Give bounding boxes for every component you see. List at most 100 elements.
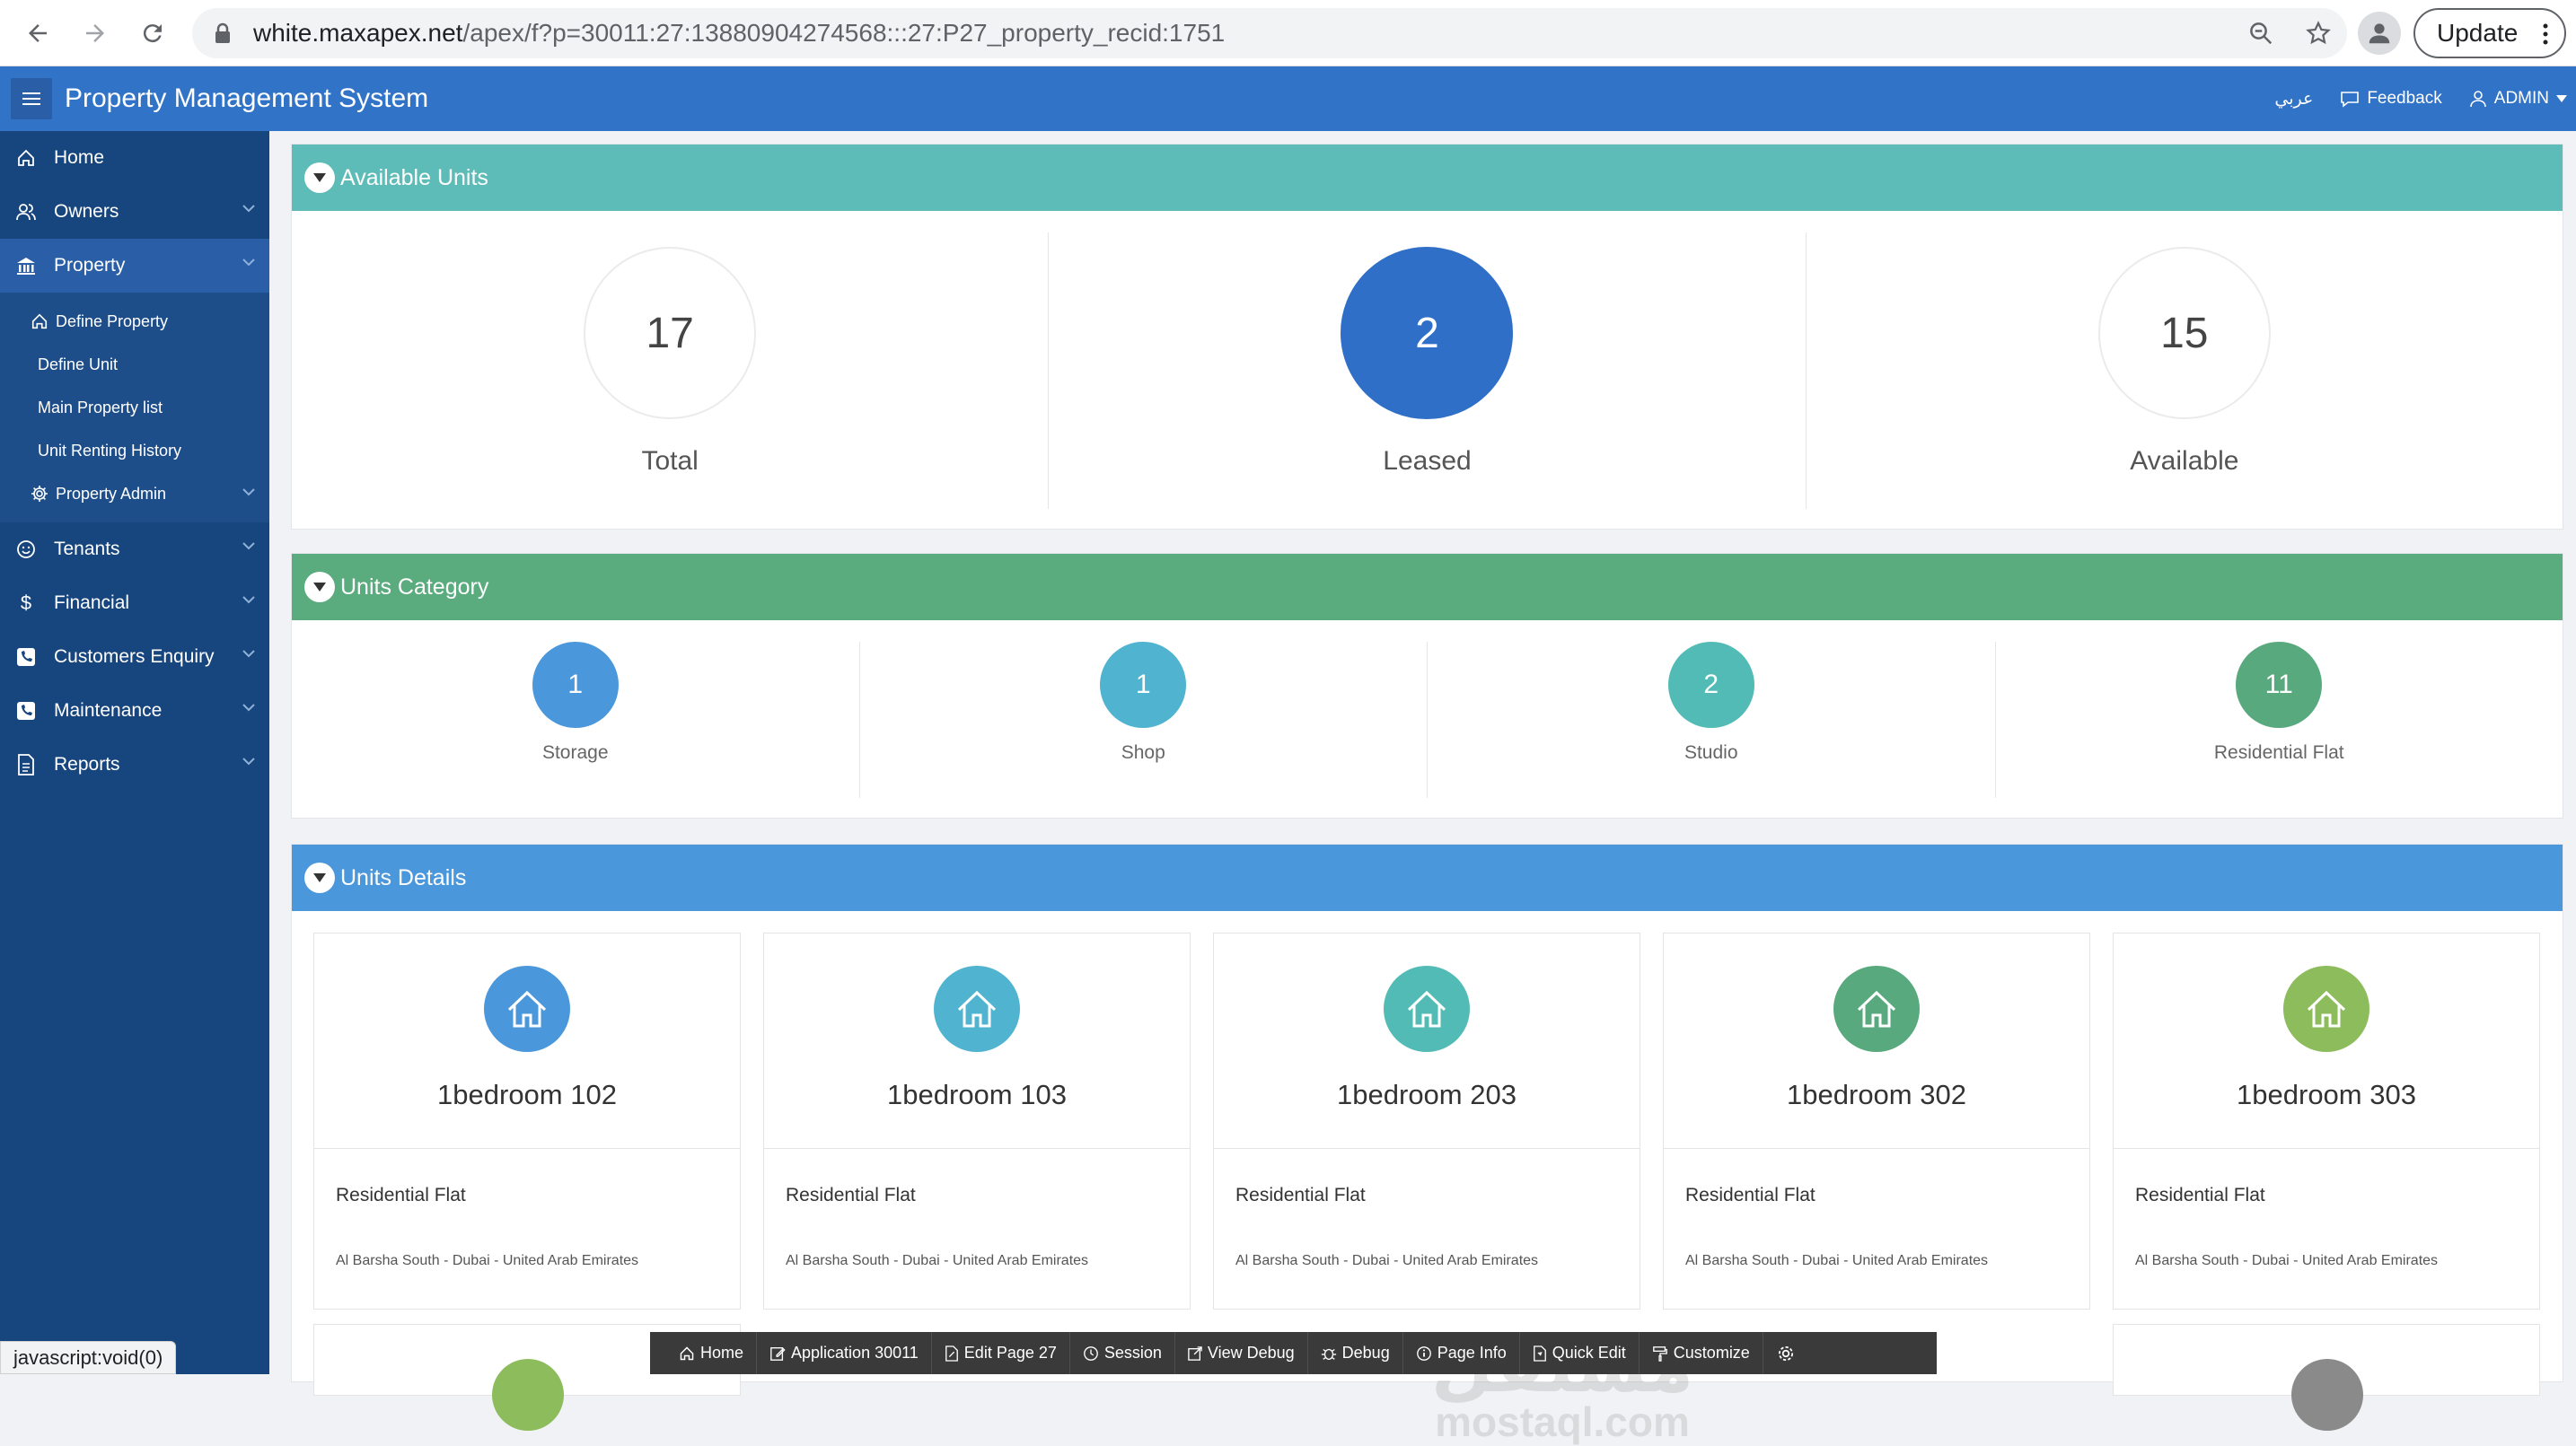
badge-leased[interactable]: 2 Leased	[1049, 232, 1807, 509]
dev-toolbar-settings[interactable]	[1763, 1332, 1808, 1374]
edit-icon	[769, 1345, 786, 1362]
developer-toolbar: Home Application 30011 Edit Page 27 Session…	[650, 1332, 1937, 1374]
menu-toggle-button[interactable]	[11, 78, 52, 119]
category-item[interactable]: 2 Studio	[1428, 642, 1996, 798]
dev-toolbar-label: Debug	[1341, 1344, 1390, 1362]
sidebar-item-main-property-list[interactable]: Main Property list	[0, 386, 269, 429]
home-icon	[2283, 966, 2369, 1052]
sidebar-item-financial[interactable]: $ Financial	[0, 576, 269, 630]
region-title: Available Units	[340, 164, 488, 190]
dev-toolbar-home[interactable]: Home	[666, 1332, 758, 1374]
reload-button[interactable]	[124, 4, 181, 62]
dev-toolbar-session[interactable]: Session	[1070, 1332, 1175, 1374]
arrow-right-icon	[86, 23, 104, 42]
dev-toolbar-edit-page-27[interactable]: Edit Page 27	[932, 1332, 1070, 1374]
browser-toolbar: white.maxapex.net/apex/f?p=30011:27:1388…	[0, 0, 2576, 66]
region-header: Units Category	[292, 554, 2563, 620]
chevron-down-icon	[242, 205, 255, 213]
sidebar-label: Define Unit	[38, 355, 119, 373]
unit-card[interactable]: 1bedroom 103 Residential Flat Al Barsha So…	[763, 933, 1191, 1310]
dev-toolbar-label: Home	[700, 1344, 744, 1362]
unit-location: Al Barsha South - Dubai - United Arab Em…	[2135, 1253, 2439, 1268]
unit-card[interactable]: 1bedroom 203 Residential Flat Al Barsha So…	[1213, 933, 1640, 1310]
unit-title: 1bedroom 303	[2237, 1079, 2416, 1110]
user-icon	[2469, 91, 2486, 108]
bug-icon	[1321, 1345, 1337, 1362]
badge-value: 17	[584, 247, 757, 419]
sidebar-item-property[interactable]: Property	[0, 239, 269, 293]
sidebar-label: Owners	[54, 201, 119, 222]
badge-value: 2	[1341, 247, 1514, 419]
sidebar-item-maintenance[interactable]: Maintenance	[0, 684, 269, 738]
category-item[interactable]: 11 Residential Flat	[1996, 642, 2563, 798]
hamburger-icon	[22, 92, 40, 105]
sidebar-label: Financial	[54, 592, 130, 613]
sidebar-item-define-unit[interactable]: Define Unit	[0, 343, 269, 386]
unit-location: Al Barsha South - Dubai - United Arab Em…	[1235, 1253, 1539, 1268]
caret-down-icon	[2556, 95, 2567, 102]
category-label: Storage	[541, 742, 609, 763]
unit-title: 1bedroom 102	[437, 1079, 617, 1110]
gear-icon	[1776, 1344, 1796, 1363]
category-item[interactable]: 1 Shop	[860, 642, 1428, 798]
badge-available[interactable]: 15 Available	[1807, 232, 2563, 509]
dev-toolbar-customize[interactable]: Customize	[1640, 1332, 1763, 1374]
home-icon	[484, 966, 570, 1052]
dev-toolbar-page-info[interactable]: Page Info	[1403, 1332, 1520, 1374]
update-button[interactable]: Update	[2413, 8, 2566, 58]
sidebar-item-customers-enquiry[interactable]: Customers Enquiry	[0, 630, 269, 684]
unit-card[interactable]: 1bedroom 303 Residential Flat Al Barsha So…	[2113, 933, 2540, 1310]
badge-total[interactable]: 17 Total	[292, 232, 1050, 509]
zoom-button[interactable]	[2232, 4, 2290, 62]
chevron-down-icon	[242, 704, 255, 712]
dev-toolbar-label: Application 30011	[791, 1344, 919, 1362]
units-details-region: Units Details 1bedroom 102 Residential Fl…	[291, 844, 2563, 1431]
dev-toolbar-view-debug[interactable]: View Debug	[1175, 1332, 1308, 1374]
unit-card[interactable]	[2113, 1324, 2540, 1431]
back-button[interactable]	[9, 4, 66, 62]
sidebar-item-tenants[interactable]: Tenants	[0, 522, 269, 576]
sidebar-item-unit-renting-history[interactable]: Unit Renting History	[0, 429, 269, 472]
collapse-button[interactable]	[304, 162, 335, 193]
caret-down-icon	[313, 173, 326, 182]
badge-label: Available	[2130, 446, 2239, 476]
unit-title: 1bedroom 203	[1337, 1079, 1517, 1110]
app-title[interactable]: Property Management System	[65, 83, 428, 114]
address-bar[interactable]: white.maxapex.net/apex/f?p=30011:27:1388…	[192, 8, 2347, 58]
unit-card[interactable]: 1bedroom 102 Residential Flat Al Barsha So…	[313, 933, 741, 1310]
dev-toolbar-quick-edit[interactable]: Quick Edit	[1520, 1332, 1640, 1374]
category-label: Shop	[1121, 742, 1165, 763]
sidebar-label: Property	[54, 255, 126, 276]
sidebar-item-home[interactable]: Home	[0, 131, 269, 185]
sidebar-item-define-property[interactable]: Define Property	[0, 300, 269, 343]
dev-toolbar-debug[interactable]: Debug	[1308, 1332, 1403, 1374]
sidebar-item-reports[interactable]: Reports	[0, 738, 269, 792]
language-label: عربي	[2274, 89, 2314, 109]
unit-type: Residential Flat	[786, 1185, 916, 1205]
unit-card[interactable]: 1bedroom 302 Residential Flat Al Barsha So…	[1663, 933, 2090, 1310]
sidebar-item-owners[interactable]: Owners	[0, 185, 269, 239]
profile-avatar[interactable]	[2358, 12, 2401, 55]
dev-toolbar-label: Session	[1103, 1344, 1162, 1362]
star-icon	[2306, 21, 2331, 45]
edit-page-icon	[945, 1345, 959, 1362]
collapse-button[interactable]	[304, 863, 335, 893]
dev-toolbar-label: Customize	[1673, 1344, 1750, 1362]
category-item[interactable]: 1 Storage	[292, 642, 860, 798]
forward-button[interactable]	[66, 4, 124, 62]
bookmark-button[interactable]	[2290, 4, 2347, 62]
dev-toolbar-application-30011[interactable]: Application 30011	[757, 1332, 932, 1374]
dev-toolbar-label: Page Info	[1437, 1344, 1507, 1362]
sidebar-label: Reports	[54, 754, 120, 775]
language-link[interactable]: عربي	[2274, 89, 2313, 110]
comment-icon	[2341, 92, 2360, 108]
user-menu[interactable]: ADMIN	[2469, 89, 2567, 109]
category-count: 1	[1100, 642, 1187, 728]
collapse-button[interactable]	[304, 572, 335, 602]
feedback-link[interactable]: Feedback	[2340, 89, 2442, 109]
sidebar-item-property-admin[interactable]: Property Admin	[0, 472, 269, 515]
person-icon	[2369, 23, 2390, 44]
category-count: 11	[2236, 642, 2323, 728]
home-icon	[29, 311, 50, 332]
unit-type: Residential Flat	[1685, 1185, 1816, 1205]
